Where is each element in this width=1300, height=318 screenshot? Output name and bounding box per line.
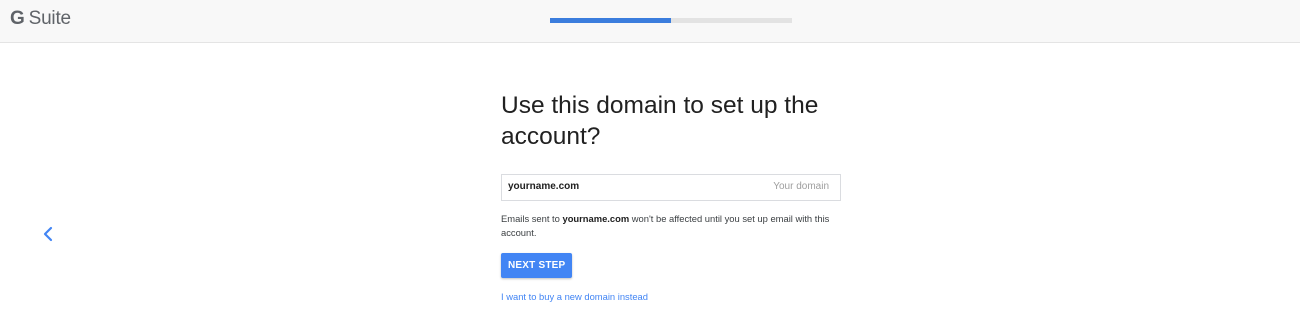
domain-field[interactable]: yourname.com Your domain [501, 174, 841, 201]
back-button[interactable] [36, 222, 60, 246]
logo-suite: Suite [28, 8, 72, 29]
domain-field-label: Your domain [773, 181, 829, 192]
setup-progress-bar [550, 18, 792, 23]
note-domain: yourname.com [562, 213, 630, 224]
main-content: Use this domain to set up the account? y… [501, 90, 846, 302]
page-title: Use this domain to set up the account? [501, 92, 819, 150]
next-step-button[interactable]: NEXT STEP [501, 253, 573, 278]
chevron-left-icon [43, 226, 53, 242]
setup-progress-fill [550, 18, 671, 23]
email-impact-note: Emails sent to yourname.com won't be aff… [501, 212, 841, 239]
domain-field-value: yourname.com [508, 181, 580, 192]
logo-g: G [10, 8, 25, 29]
page: G Suite Use this domain to set up the acc… [0, 0, 1300, 318]
note-prefix: Emails sent to [501, 213, 563, 224]
top-header: G Suite [0, 0, 1300, 43]
gsuite-logo: G Suite [10, 8, 71, 30]
buy-new-domain-link[interactable]: I want to buy a new domain instead [501, 291, 846, 302]
